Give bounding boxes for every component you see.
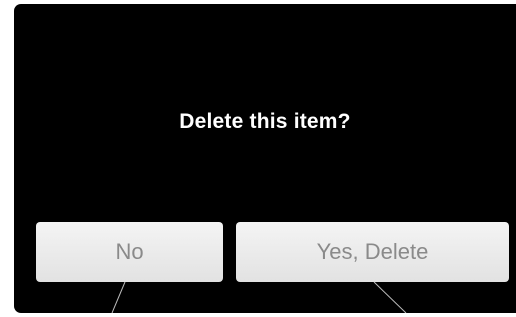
no-button[interactable]: No <box>36 222 223 282</box>
dialog-title: Delete this item? <box>179 110 351 133</box>
confirm-dialog: Delete this item? No Yes, Delete <box>14 4 516 313</box>
yes-delete-button[interactable]: Yes, Delete <box>236 222 509 282</box>
